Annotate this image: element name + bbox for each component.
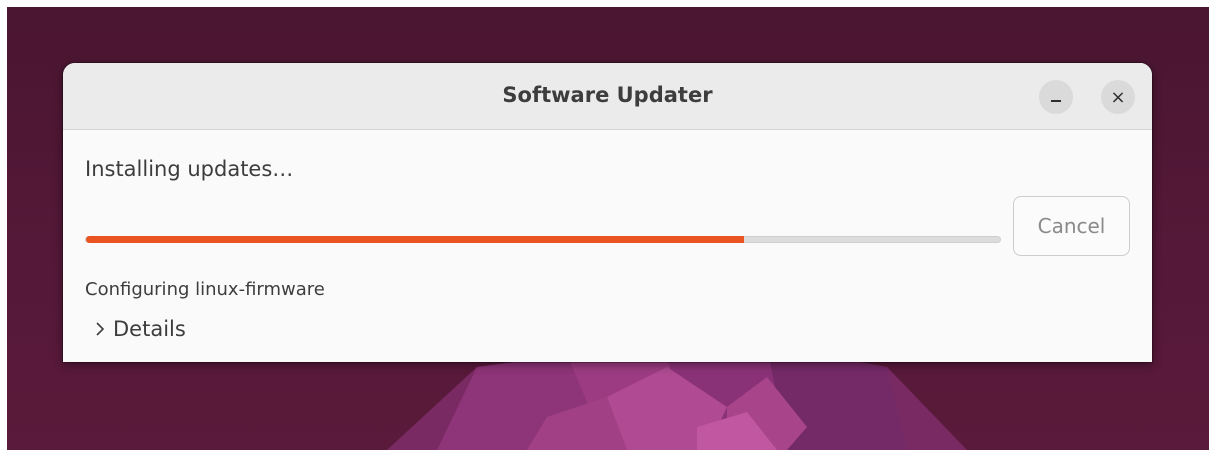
cancel-button[interactable]: Cancel [1013,196,1130,256]
progress-bar [85,236,1001,243]
desktop-background: Software Updater × Installing updates… C… [7,7,1209,450]
close-icon: × [1110,86,1126,108]
software-updater-window: Software Updater × Installing updates… C… [63,63,1152,362]
progress-fill [86,236,745,243]
details-label: Details [113,317,186,341]
status-text: Installing updates… [85,157,294,181]
close-button[interactable]: × [1101,80,1135,114]
chevron-right-icon [95,321,105,337]
minimize-button[interactable] [1039,80,1073,114]
titlebar: Software Updater × [63,63,1152,130]
substatus-text: Configuring linux-firmware [85,279,325,300]
window-title: Software Updater [502,83,713,107]
minimize-icon [1051,100,1061,102]
details-expander[interactable]: Details [95,317,186,341]
